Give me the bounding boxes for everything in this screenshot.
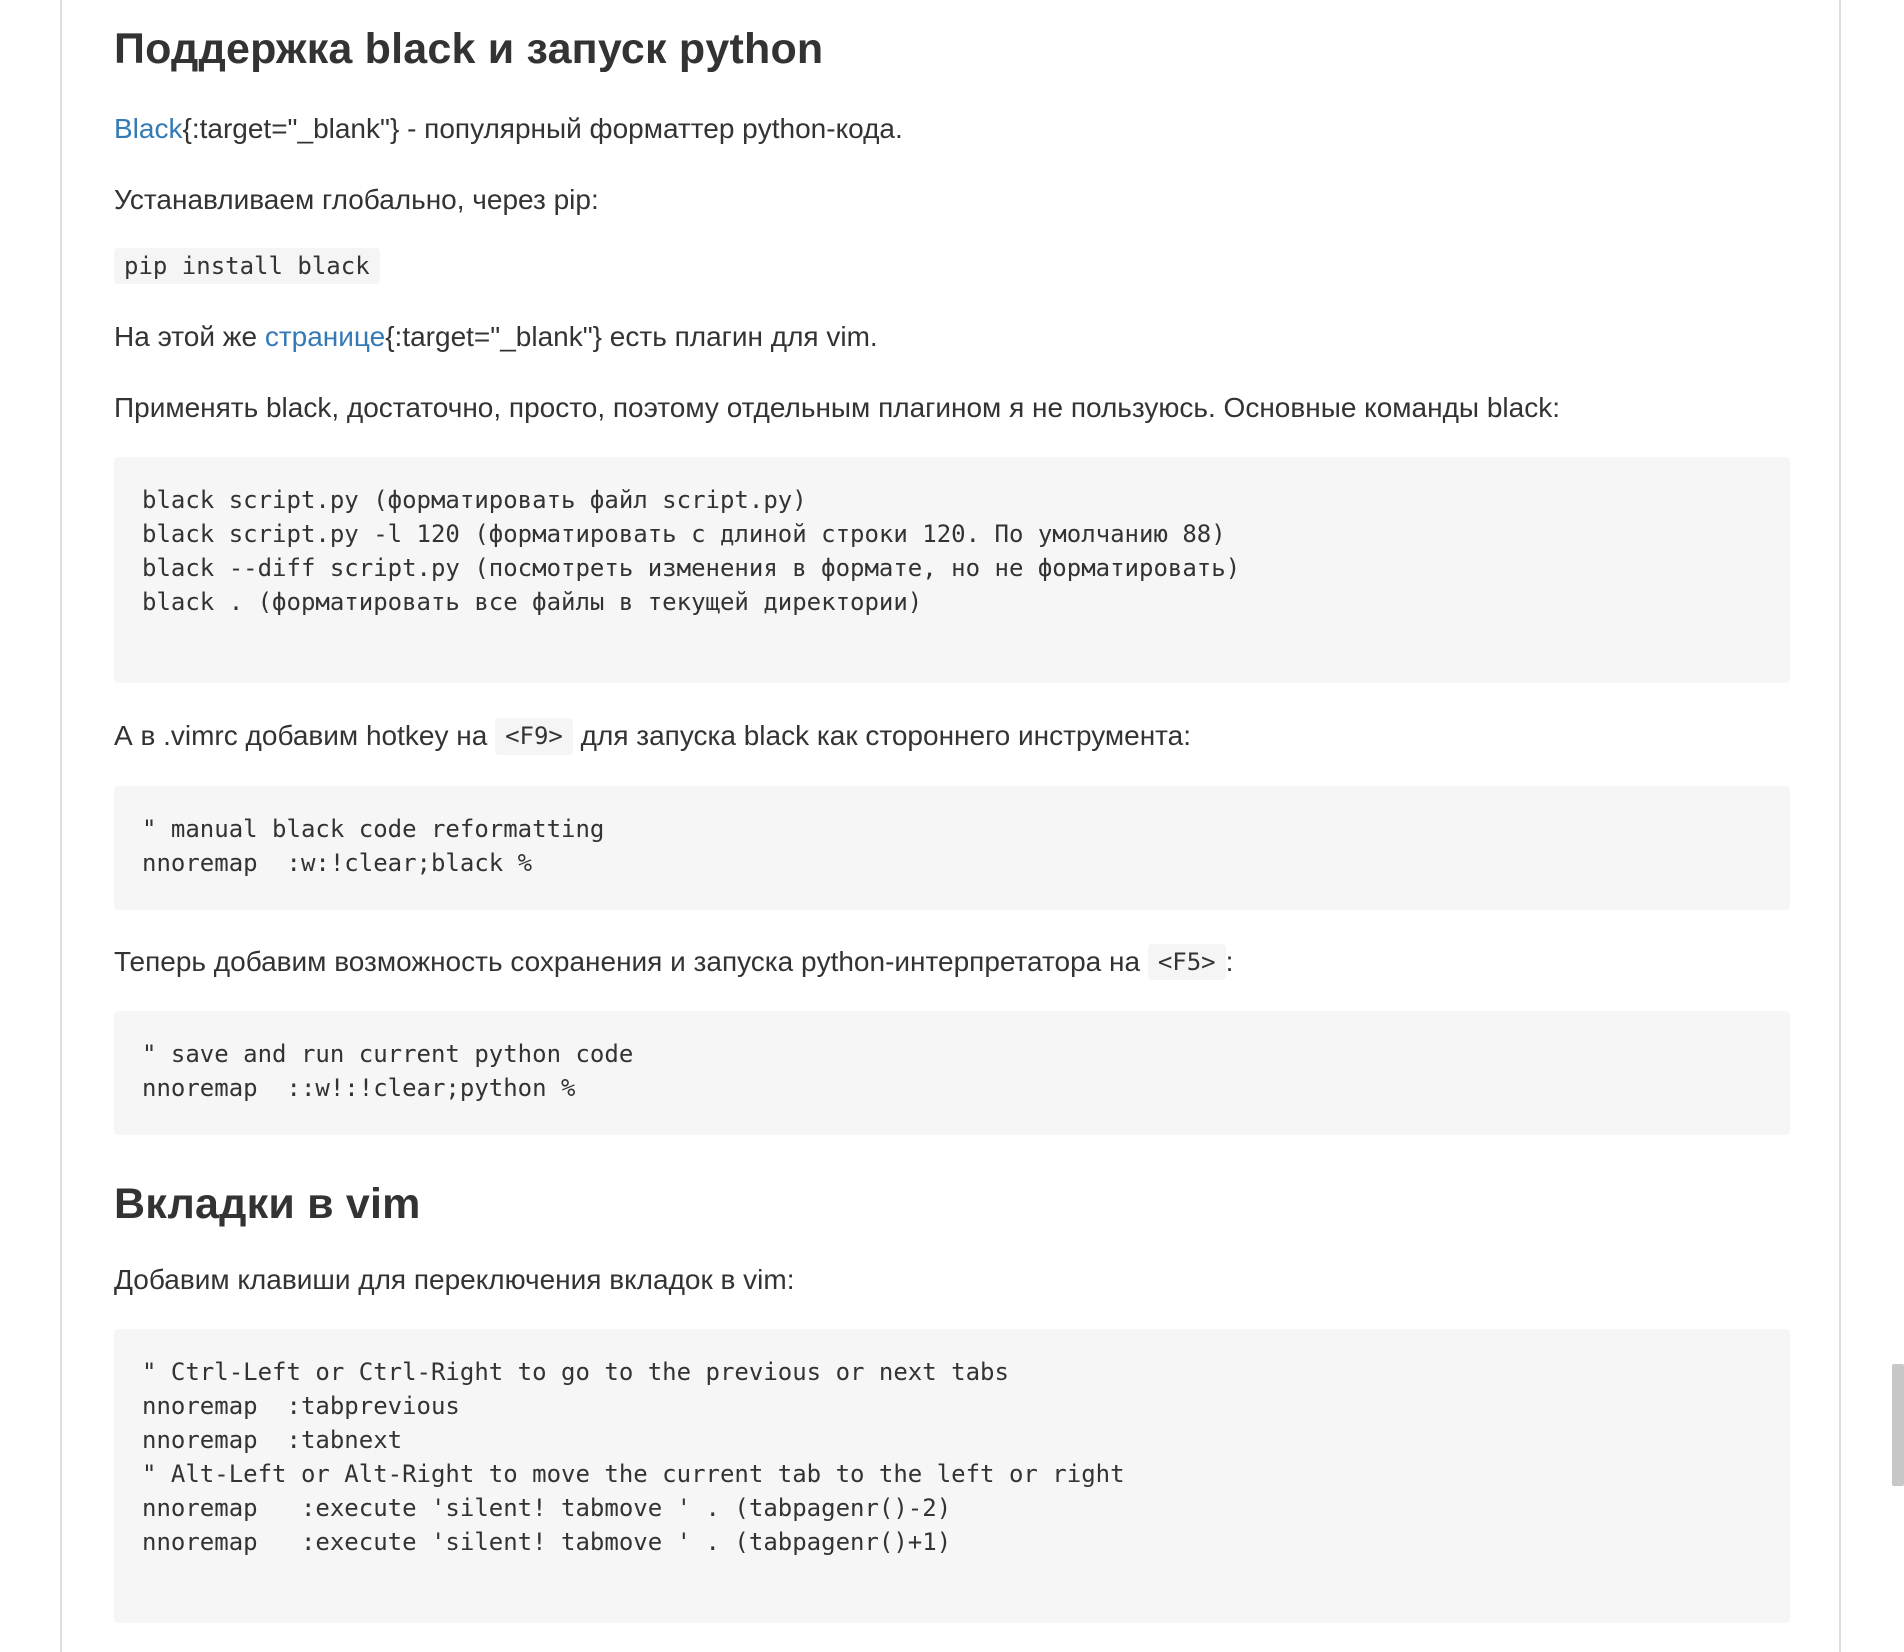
code-line: " Ctrl-Left or Ctrl-Right to go to the p…: [142, 1358, 1009, 1387]
code-line: nnoremap :execute 'silent! tabmove ' . (…: [142, 1528, 952, 1557]
code-line: black script.py -l 120 (форматировать с …: [142, 520, 1226, 549]
black-commands-code-block: black script.py (форматировать файл scri…: [114, 457, 1790, 684]
hotkey-f9-paragraph: А в .vimrc добавим hotkey на <F9> для за…: [114, 716, 1790, 755]
section-heading-black: Поддержка black и запуск python: [114, 25, 824, 73]
run-python-code-block: " save and run current python code nnorem…: [114, 1010, 1790, 1135]
scrollbar-thumb[interactable]: [1892, 1364, 1904, 1486]
commands-intro-paragraph: Применять black, достаточно, просто, поэ…: [114, 392, 1560, 424]
plugin-text-before: На этой же: [114, 321, 265, 353]
plugin-paragraph: На этой же странице{:target="_blank"} ес…: [114, 317, 1790, 356]
hotkey-f9-text-after: для запуска black как стороннего инструм…: [572, 720, 1192, 752]
code-line: nnoremap :execute 'silent! tabmove ' . (…: [142, 1494, 952, 1523]
f9-key-code: <F9>: [495, 718, 573, 755]
code-line: " manual black code reformatting: [142, 814, 605, 843]
hotkey-f9-text-before: А в .vimrc добавим hotkey на: [114, 720, 496, 752]
code-line: nnoremap ::w!:!clear;python %: [142, 1073, 576, 1102]
code-line: nnoremap :tabprevious: [142, 1392, 460, 1421]
page: Поддержка black и запуск python Black{:t…: [0, 0, 1904, 1652]
install-command-wrapper: pip install black: [114, 247, 1790, 285]
f5-key-code: <F5>: [1147, 943, 1226, 981]
tabs-intro-paragraph: Добавим клавиши для переключения вкладок…: [114, 1264, 795, 1296]
tabs-code-block: " Ctrl-Left or Ctrl-Right to go to the p…: [114, 1329, 1790, 1624]
code-line: black . (форматировать все файлы в текущ…: [142, 588, 923, 617]
install-command: pip install black: [114, 247, 380, 285]
black-hotkey-code-block: " manual black code reformatting nnoremap…: [114, 785, 1790, 910]
black-link[interactable]: Black: [114, 113, 182, 144]
run-python-text-before: Теперь добавим возможность сохранения и …: [114, 945, 1148, 977]
plugin-text-after: {:target="_blank"} есть плагин для vim.: [385, 321, 878, 353]
code-line: black script.py (форматировать файл scri…: [142, 486, 807, 515]
code-line: nnoremap :w:!clear;black %: [142, 848, 533, 877]
code-line: " Alt-Left or Alt-Right to move the curr…: [142, 1460, 1125, 1489]
run-python-text-after: :: [1225, 945, 1234, 977]
section-heading-tabs: Вкладки в vim: [114, 1179, 421, 1228]
code-line: " save and run current python code: [142, 1039, 634, 1068]
article: Поддержка black и запуск python Black{:t…: [114, 0, 1790, 1624]
black-intro-paragraph: Black{:target="_blank"} - популярный фор…: [114, 109, 1790, 148]
black-intro-text: {:target="_blank"} - популярный форматте…: [182, 113, 903, 145]
run-python-paragraph: Теперь добавим возможность сохранения и …: [114, 942, 1790, 981]
install-paragraph: Устанавливаем глобально, через pip:: [114, 184, 599, 216]
plugin-page-link[interactable]: странице: [265, 321, 385, 352]
code-line: nnoremap :tabnext: [142, 1426, 403, 1455]
code-line: black --diff script.py (посмотреть измен…: [142, 554, 1241, 583]
